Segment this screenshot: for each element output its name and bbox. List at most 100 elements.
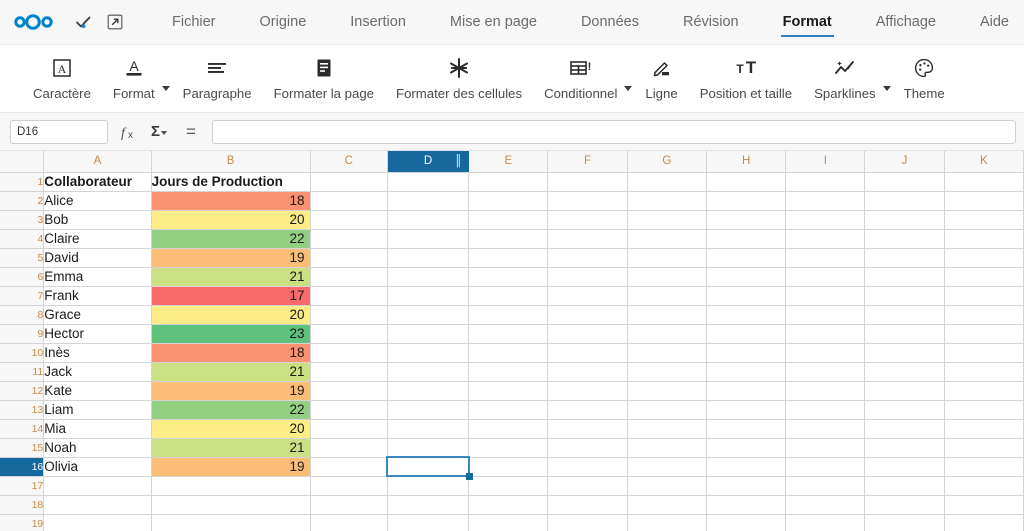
cell-E13[interactable]: [468, 400, 549, 420]
cell-E17[interactable]: [468, 476, 549, 496]
column-header-h[interactable]: H: [706, 151, 787, 173]
cell-F13[interactable]: [547, 400, 628, 420]
cell-C15[interactable]: [310, 438, 388, 458]
cell-K13[interactable]: [944, 400, 1024, 420]
menu-item-origine[interactable]: Origine: [260, 10, 307, 35]
row-header-3[interactable]: 3: [0, 210, 45, 230]
toolbar-button-formater-la-page[interactable]: Formater la page: [263, 51, 385, 101]
column-header-f[interactable]: F: [547, 151, 628, 173]
row-header-11[interactable]: 11: [0, 362, 45, 382]
cell-B11[interactable]: 21: [151, 362, 311, 382]
cell-G8[interactable]: [627, 305, 708, 325]
cell-D14[interactable]: [387, 419, 470, 439]
cell-I9[interactable]: [785, 324, 866, 344]
cell-D4[interactable]: [387, 229, 470, 249]
cell-B10[interactable]: 18: [151, 343, 311, 363]
cell-G5[interactable]: [627, 248, 708, 268]
toolbar-button-theme[interactable]: Theme: [893, 51, 956, 101]
cell-C18[interactable]: [310, 495, 388, 515]
cell-A16[interactable]: Olivia: [43, 457, 152, 477]
cell-F2[interactable]: [547, 191, 628, 211]
cell-I6[interactable]: [785, 267, 866, 287]
cell-G4[interactable]: [627, 229, 708, 249]
row-header-6[interactable]: 6: [0, 267, 45, 287]
menu-item-aide[interactable]: Aide: [980, 10, 1009, 35]
menu-item-affichage[interactable]: Affichage: [876, 10, 936, 35]
cell-I10[interactable]: [785, 343, 866, 363]
row-header-4[interactable]: 4: [0, 229, 45, 249]
column-header-e[interactable]: E: [468, 151, 549, 173]
column-header-b[interactable]: B: [151, 151, 311, 173]
cell-C17[interactable]: [310, 476, 388, 496]
column-resize-handle-icon[interactable]: ║: [454, 155, 462, 167]
cell-F6[interactable]: [547, 267, 628, 287]
cell-H3[interactable]: [706, 210, 787, 230]
cell-J19[interactable]: [864, 514, 945, 531]
cell-E4[interactable]: [468, 229, 549, 249]
row-header-13[interactable]: 13: [0, 400, 45, 420]
cell-K19[interactable]: [944, 514, 1024, 531]
cell-I11[interactable]: [785, 362, 866, 382]
cell-J4[interactable]: [864, 229, 945, 249]
cell-D18[interactable]: [387, 495, 470, 515]
cell-H6[interactable]: [706, 267, 787, 287]
cell-B14[interactable]: 20: [151, 419, 311, 439]
row-header-1[interactable]: 1: [0, 172, 45, 192]
cell-A7[interactable]: Frank: [43, 286, 152, 306]
chevron-down-icon-format[interactable]: [161, 86, 170, 91]
cell-E2[interactable]: [468, 191, 549, 211]
menu-item-format[interactable]: Format: [780, 10, 834, 37]
column-header-c[interactable]: C: [310, 151, 388, 173]
cell-E11[interactable]: [468, 362, 549, 382]
cell-D10[interactable]: [387, 343, 470, 363]
cell-B4[interactable]: 22: [151, 229, 311, 249]
cell-H17[interactable]: [706, 476, 787, 496]
row-header-12[interactable]: 12: [0, 381, 45, 401]
spreadsheet-grid[interactable]: A B C D ║ E F G H I J K 1 Collaborateur Jo…: [0, 151, 1024, 531]
cell-I13[interactable]: [785, 400, 866, 420]
cell-A5[interactable]: David: [43, 248, 152, 268]
cell-B12[interactable]: 19: [151, 381, 311, 401]
toolbar-button-caractere[interactable]: A Caractère: [22, 51, 102, 101]
cell-I16[interactable]: [785, 457, 866, 477]
cell-C4[interactable]: [310, 229, 388, 249]
menu-item-revision[interactable]: Révision: [683, 10, 739, 35]
cell-J13[interactable]: [864, 400, 945, 420]
cell-J15[interactable]: [864, 438, 945, 458]
cell-H1[interactable]: [706, 172, 787, 192]
cell-F12[interactable]: [547, 381, 628, 401]
cell-A1[interactable]: Collaborateur: [43, 172, 152, 192]
cell-G18[interactable]: [627, 495, 708, 515]
cell-K7[interactable]: [944, 286, 1024, 306]
cell-I12[interactable]: [785, 381, 866, 401]
cell-F11[interactable]: [547, 362, 628, 382]
row-header-18[interactable]: 18: [0, 495, 45, 515]
cell-J1[interactable]: [864, 172, 945, 192]
cell-K15[interactable]: [944, 438, 1024, 458]
cell-B18[interactable]: [151, 495, 311, 515]
cell-F5[interactable]: [547, 248, 628, 268]
cell-J12[interactable]: [864, 381, 945, 401]
cell-I17[interactable]: [785, 476, 866, 496]
cell-K9[interactable]: [944, 324, 1024, 344]
cell-G13[interactable]: [627, 400, 708, 420]
cell-F7[interactable]: [547, 286, 628, 306]
cell-A4[interactable]: Claire: [43, 229, 152, 249]
cell-G3[interactable]: [627, 210, 708, 230]
cell-I14[interactable]: [785, 419, 866, 439]
cell-K12[interactable]: [944, 381, 1024, 401]
cell-C14[interactable]: [310, 419, 388, 439]
cell-J14[interactable]: [864, 419, 945, 439]
cell-K17[interactable]: [944, 476, 1024, 496]
cell-F19[interactable]: [547, 514, 628, 531]
formula-input[interactable]: [212, 119, 1016, 144]
cell-A13[interactable]: Liam: [43, 400, 152, 420]
cell-H2[interactable]: [706, 191, 787, 211]
toolbar-button-format[interactable]: A Format: [102, 51, 166, 101]
cell-B16[interactable]: 19: [151, 457, 311, 477]
cell-J2[interactable]: [864, 191, 945, 211]
row-header-17[interactable]: 17: [0, 476, 45, 496]
cell-A17[interactable]: [43, 476, 152, 496]
toolbar-button-ligne[interactable]: Ligne: [634, 51, 688, 101]
cell-H11[interactable]: [706, 362, 787, 382]
